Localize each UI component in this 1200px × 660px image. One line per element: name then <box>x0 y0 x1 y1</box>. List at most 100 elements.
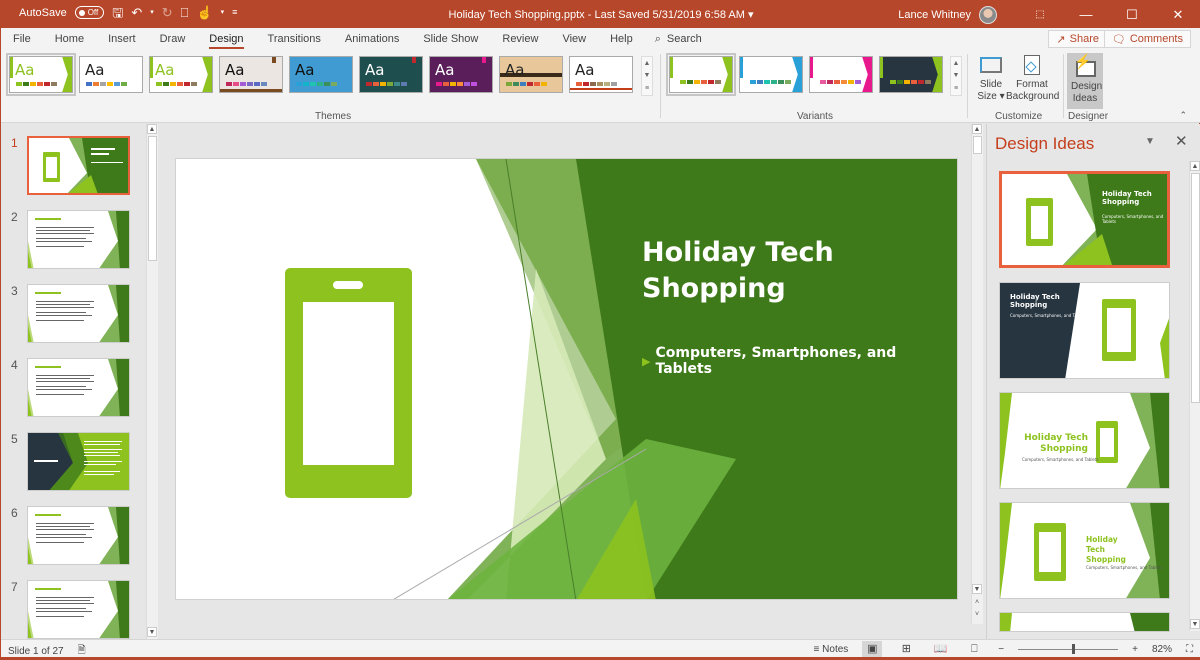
design-idea-option[interactable] <box>999 612 1170 632</box>
scroll-down-icon[interactable]: ▼ <box>953 72 960 79</box>
scroll-up-icon[interactable]: ▲ <box>147 124 157 134</box>
scrollbar-thumb[interactable] <box>1191 173 1200 403</box>
format-background-icon <box>1019 53 1045 77</box>
fit-to-window-icon[interactable]: ⛶ <box>1186 644 1193 655</box>
tab-review[interactable]: Review <box>490 28 550 50</box>
slide-thumbnail-item[interactable]: 1 <box>1 136 146 198</box>
design-idea-option[interactable]: Holiday Tech Shopping Computers, Smartpho… <box>999 502 1170 599</box>
slide-thumbnail[interactable] <box>27 580 130 639</box>
zoom-level[interactable]: 82% <box>1152 644 1172 655</box>
theme-option[interactable]: Aa <box>289 56 353 93</box>
scroll-up-icon[interactable]: ▲ <box>972 124 982 134</box>
variant-option[interactable] <box>879 56 943 93</box>
avatar[interactable] <box>979 5 997 24</box>
next-slide-icon[interactable]: ˅ <box>972 610 982 620</box>
previous-slide-icon[interactable]: ˄ <box>972 598 982 608</box>
user-name[interactable]: Lance Whitney <box>898 9 971 21</box>
normal-view-icon[interactable]: ▣ <box>862 641 883 657</box>
more-icon[interactable]: ≡ <box>645 85 649 92</box>
format-background-button[interactable]: Format Background <box>1006 53 1059 103</box>
tab-file[interactable]: File <box>1 28 43 50</box>
theme-option[interactable]: Aa <box>569 56 633 93</box>
tab-view[interactable]: View <box>550 28 598 50</box>
close-icon[interactable]: ✕ <box>1155 7 1200 23</box>
slide-canvas[interactable]: Holiday Tech Shopping ▶ Computers, Smart… <box>175 158 958 600</box>
pane-options-icon[interactable]: ▼ <box>1145 136 1155 147</box>
slide-thumbnail-item[interactable]: 7 <box>1 580 146 639</box>
tab-slide-show[interactable]: Slide Show <box>411 28 490 50</box>
design-idea-option[interactable]: Holiday Tech Shopping Computers, Smartpho… <box>999 392 1170 489</box>
theme-option[interactable]: Aa <box>429 56 493 93</box>
slide-thumbnail-item[interactable]: 2 <box>1 210 146 272</box>
design-ideas-scrollbar[interactable]: ▲ ▼ <box>1189 161 1200 631</box>
themes-gallery-scroll[interactable]: ▲ ▼ ≡ <box>641 56 653 96</box>
search-box[interactable]: ⌕ Search <box>655 33 702 46</box>
slide-title[interactable]: Holiday Tech Shopping <box>642 235 942 307</box>
theme-accent-shape <box>10 57 13 78</box>
tab-design[interactable]: Design <box>197 28 255 50</box>
slide-thumbnail[interactable] <box>27 136 130 195</box>
scroll-down-icon[interactable]: ▼ <box>147 627 157 637</box>
scroll-up-icon[interactable]: ▲ <box>953 60 960 67</box>
slide-scrollbar[interactable]: ▲ ▼ ˄ ˅ <box>971 124 983 624</box>
color-swatch <box>324 82 330 86</box>
theme-option[interactable]: Aa <box>79 56 143 93</box>
slide-show-icon[interactable]: ⎕ <box>964 641 984 657</box>
collapse-ribbon-icon[interactable]: ⌃ <box>1179 110 1187 121</box>
scrollbar-thumb[interactable] <box>973 136 982 154</box>
tab-insert[interactable]: Insert <box>96 28 148 50</box>
slide-thumbnail[interactable] <box>27 358 130 417</box>
ribbon-display-options-icon[interactable]: ⬚ <box>1017 9 1063 20</box>
zoom-slider-knob[interactable] <box>1072 643 1076 654</box>
zoom-out-icon[interactable]: − <box>998 644 1004 655</box>
slide-thumbnail-item[interactable]: 5 <box>1 432 146 494</box>
slide-subtitle[interactable]: ▶ Computers, Smartphones, and Tablets <box>642 345 957 377</box>
scroll-up-icon[interactable]: ▲ <box>644 60 651 67</box>
tab-help[interactable]: Help <box>598 28 645 50</box>
reading-view-icon[interactable]: 📖 <box>930 641 950 657</box>
design-idea-option[interactable]: Holiday Tech Shopping Computers, Smartpho… <box>999 171 1170 268</box>
slide-size-button[interactable]: Slide Size ▾ <box>977 53 1005 103</box>
color-swatch <box>317 82 323 86</box>
slide-thumbnail[interactable] <box>27 506 130 565</box>
theme-option[interactable]: Aa <box>6 53 76 96</box>
zoom-in-icon[interactable]: + <box>1132 644 1138 655</box>
theme-option[interactable]: Aa <box>499 56 563 93</box>
variants-gallery-scroll[interactable]: ▲ ▼ ≡ <box>950 56 962 96</box>
tab-transitions[interactable]: Transitions <box>256 28 333 50</box>
slide-thumbnail-item[interactable]: 3 <box>1 284 146 346</box>
slide-thumbnail[interactable] <box>27 284 130 343</box>
design-idea-option[interactable]: Holiday Tech Shopping Computers, Smartpho… <box>999 282 1170 379</box>
scroll-down-icon[interactable]: ▼ <box>644 72 651 79</box>
scrollbar-thumb[interactable] <box>148 136 157 261</box>
minimize-icon[interactable]: — <box>1063 7 1109 22</box>
theme-option[interactable]: Aa <box>359 56 423 93</box>
theme-option[interactable]: Aa <box>149 56 213 93</box>
slide-thumbnail[interactable] <box>27 432 130 491</box>
scroll-up-icon[interactable]: ▲ <box>1190 161 1200 171</box>
share-button[interactable]: ↗ Share <box>1048 30 1107 48</box>
comments-button[interactable]: 🗨 Comments <box>1103 30 1191 48</box>
slide-thumbnail[interactable] <box>27 210 130 269</box>
variant-option[interactable] <box>739 56 803 93</box>
slide-thumbnail-item[interactable]: 4 <box>1 358 146 420</box>
slide-counter[interactable]: Slide 1 of 27 <box>8 646 64 657</box>
tab-animations[interactable]: Animations <box>333 28 411 50</box>
theme-option[interactable]: Aa <box>219 56 283 93</box>
scroll-down-icon[interactable]: ▼ <box>972 584 982 594</box>
notes-button[interactable]: ≡ Notes <box>814 644 849 655</box>
thumbnails-scrollbar[interactable]: ▲ ▼ <box>146 124 158 639</box>
slide-sorter-icon[interactable]: ⊞ <box>896 641 916 657</box>
more-icon[interactable]: ≡ <box>954 85 958 92</box>
close-icon[interactable]: ✕ <box>1175 132 1188 150</box>
accessibility-icon[interactable]: 🗎 <box>78 643 86 660</box>
slide-thumbnail-item[interactable]: 6 <box>1 506 146 568</box>
tab-draw[interactable]: Draw <box>148 28 198 50</box>
tab-home[interactable]: Home <box>43 28 96 50</box>
maximize-icon[interactable]: ☐ <box>1109 7 1155 23</box>
variant-option[interactable] <box>809 56 873 93</box>
scroll-down-icon[interactable]: ▼ <box>1190 619 1200 629</box>
design-ideas-button[interactable]: ⚡ Design Ideas <box>1067 53 1103 109</box>
zoom-slider[interactable] <box>1018 643 1119 654</box>
variant-option[interactable] <box>666 53 736 96</box>
